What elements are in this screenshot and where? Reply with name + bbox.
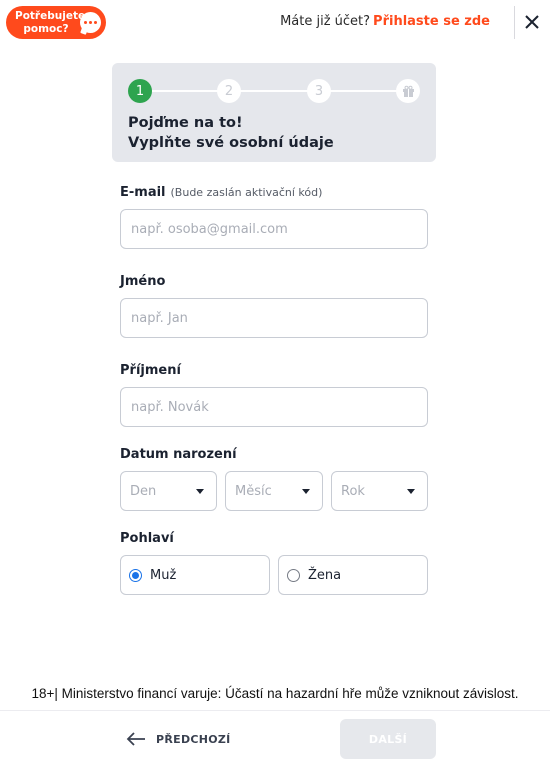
gender-option-label: Žena	[308, 567, 342, 583]
gift-icon	[402, 85, 414, 97]
gender-option-male[interactable]: Muž	[120, 555, 270, 595]
previous-button[interactable]: PŘEDCHOZÍ	[126, 730, 231, 748]
next-button[interactable]: DALŠÍ	[340, 719, 436, 759]
first-name-field[interactable]	[120, 298, 428, 338]
email-label: E-mail (Bude zaslán aktivační kód)	[120, 185, 322, 200]
previous-button-label: PŘEDCHOZÍ	[156, 732, 231, 746]
stepper-title: Pojďme na to! Vyplňte své osobní údaje	[128, 113, 334, 153]
birth-date-label: Datum narození	[120, 447, 237, 462]
arrow-left-icon	[126, 732, 145, 746]
gender-label: Pohlaví	[120, 531, 174, 546]
stepper-title-line2: Vyplňte své osobní údaje	[128, 135, 334, 151]
gender-option-female[interactable]: Žena	[278, 555, 428, 595]
chevron-down-icon	[196, 489, 204, 494]
next-button-label: DALŠÍ	[368, 732, 408, 746]
step-gift	[396, 79, 420, 103]
account-question: Máte již účet?	[280, 14, 371, 29]
gender-option-label: Muž	[150, 567, 177, 583]
chevron-down-icon	[302, 489, 310, 494]
birth-year-value: Rok	[341, 483, 365, 499]
login-link[interactable]: Přihlaste se zde	[373, 14, 490, 29]
step-3: 3	[307, 79, 331, 103]
account-prompt: Máte již účet? Přihlaste se zde	[280, 14, 490, 29]
birth-day-select[interactable]: Den	[120, 471, 217, 511]
help-label: Potřebujete pomoc?	[15, 9, 86, 35]
stepper-title-line1: Pojďme na to!	[128, 115, 243, 131]
email-field[interactable]	[120, 209, 428, 249]
step-1: 1	[128, 79, 152, 103]
step-2: 2	[217, 79, 241, 103]
registration-stepper: 1 2 3 Pojďme na to! Vyplňte své osobní ú…	[112, 63, 436, 162]
email-hint: (Bude zaslán aktivační kód)	[170, 186, 323, 199]
birth-month-select[interactable]: Měsíc	[225, 471, 323, 511]
birth-year-select[interactable]: Rok	[331, 471, 428, 511]
chat-bubble-icon	[80, 12, 101, 33]
birth-day-value: Den	[130, 483, 157, 499]
last-name-field[interactable]	[120, 387, 428, 427]
footer-divider	[0, 710, 550, 711]
stepper-track	[140, 90, 410, 92]
first-name-label: Jméno	[120, 274, 166, 289]
help-button[interactable]: Potřebujete pomoc?	[6, 6, 106, 39]
chevron-down-icon	[407, 489, 415, 494]
radio-checked-icon[interactable]	[129, 568, 142, 582]
last-name-label: Příjmení	[120, 363, 181, 378]
gambling-disclaimer: 18+| Ministerstvo financí varuje: Účastí…	[31, 686, 519, 701]
birth-month-value: Měsíc	[235, 483, 272, 499]
header-divider	[514, 6, 515, 39]
email-label-text: E-mail	[120, 185, 166, 200]
close-icon[interactable]	[524, 14, 540, 30]
radio-unchecked-icon[interactable]	[287, 568, 300, 582]
